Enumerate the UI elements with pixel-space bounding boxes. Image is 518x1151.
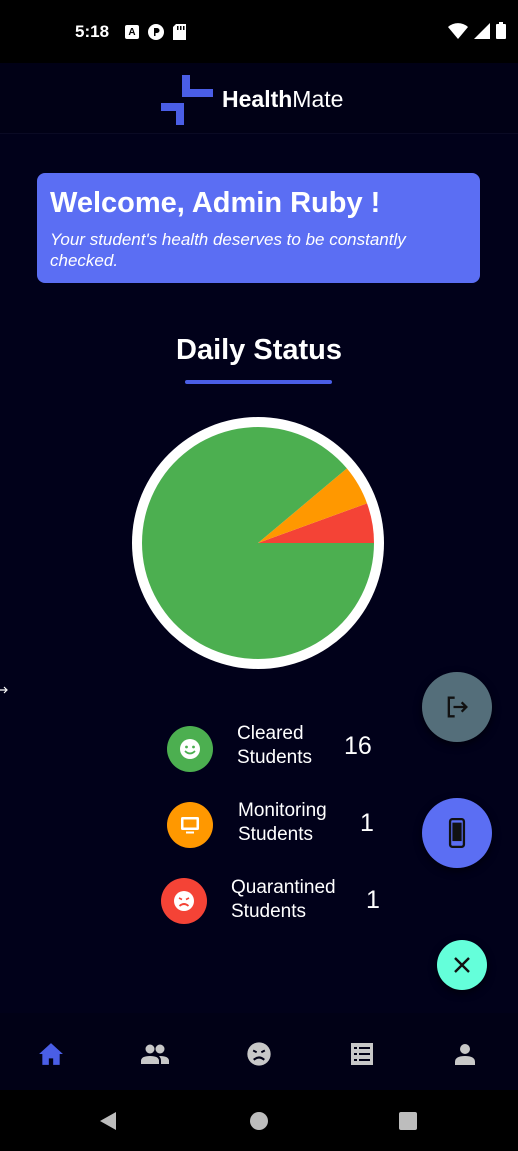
- wifi-icon: [448, 22, 468, 39]
- logout-fab[interactable]: [422, 672, 492, 742]
- p-icon: [148, 24, 164, 40]
- status-time: 5:18: [75, 22, 110, 41]
- welcome-card: Welcome, Admin Ruby ! Your student's hea…: [37, 173, 480, 283]
- cleared-status-icon: [167, 726, 213, 772]
- battery-icon: [496, 22, 506, 39]
- status-bar: 5:18 A: [0, 0, 518, 63]
- home-icon: [39, 1043, 63, 1065]
- device-fab[interactable]: [422, 798, 492, 868]
- monitoring-students-label: Monitoring Students: [238, 800, 327, 845]
- nav-profile[interactable]: [450, 1040, 480, 1068]
- home-circle-icon[interactable]: [249, 1111, 269, 1131]
- signal-icon: [474, 22, 490, 39]
- nav-records[interactable]: [347, 1040, 377, 1068]
- person-icon: [455, 1044, 475, 1065]
- quarantined-status-icon: [161, 878, 207, 924]
- quarantined-students-label: Quarantined Students: [231, 877, 336, 922]
- recents-icon[interactable]: [398, 1111, 418, 1131]
- close-fab[interactable]: [437, 940, 487, 990]
- logout-icon: [447, 696, 468, 718]
- system-navigation-bar: [0, 1090, 518, 1151]
- notification-icons: A: [125, 24, 186, 40]
- list-icon: [351, 1043, 373, 1065]
- cleared-students-count: 16: [344, 732, 372, 760]
- a-icon: A: [125, 25, 139, 39]
- phone-icon: [448, 818, 466, 848]
- monitor-icon: [181, 817, 199, 834]
- pie-slice-cleared-students: [142, 427, 374, 659]
- edge-arrow-icon: [0, 682, 8, 700]
- welcome-subtitle: Your student's health deserves to be con…: [50, 230, 406, 270]
- nav-health[interactable]: [244, 1040, 274, 1068]
- healthmate-logo-icon: [161, 75, 213, 125]
- daily-status-title: Daily Status: [176, 334, 342, 366]
- app-brand: HealthMate: [222, 86, 344, 112]
- back-icon[interactable]: [98, 1111, 118, 1131]
- sick-face-icon: [174, 891, 194, 911]
- sick-face-icon: [247, 1042, 271, 1066]
- cleared-students-label: Cleared Students: [237, 723, 312, 768]
- monitoring-status-icon: [167, 802, 213, 848]
- nav-students[interactable]: [140, 1040, 170, 1068]
- nav-home[interactable]: [36, 1040, 66, 1068]
- monitoring-students-count: 1: [360, 809, 374, 837]
- smiley-icon: [180, 739, 200, 759]
- title-underline: [185, 380, 332, 384]
- quarantined-students-count: 1: [366, 886, 380, 914]
- close-icon: [454, 957, 470, 973]
- sd-card-icon: [173, 24, 186, 40]
- daily-status-pie-chart: [132, 417, 384, 669]
- welcome-title: Welcome, Admin Ruby !: [50, 187, 381, 219]
- people-icon: [141, 1044, 169, 1064]
- system-status-icons: [448, 22, 506, 39]
